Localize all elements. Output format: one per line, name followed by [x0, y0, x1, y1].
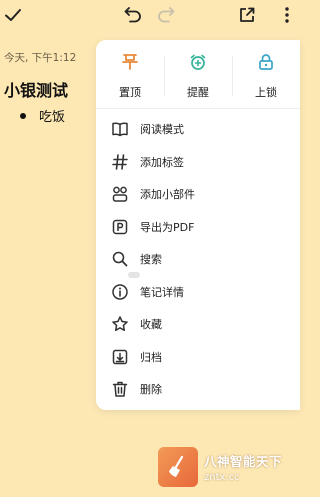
- pin-button[interactable]: 置顶: [96, 40, 164, 108]
- bullet-icon: [20, 112, 26, 119]
- top-toolbar: [0, 0, 300, 30]
- menu-item-reading-mode[interactable]: 阅读模式: [96, 113, 300, 146]
- broom-logo-icon: [158, 447, 198, 487]
- menu-item-add-widget[interactable]: 添加小部件: [96, 178, 300, 211]
- menu-item-label: 收藏: [140, 318, 162, 332]
- menu-item-label: 导出为PDF: [140, 220, 195, 234]
- quick-actions: 置顶 提醒 上锁: [96, 40, 300, 108]
- menu-item-label: 添加标签: [140, 155, 184, 169]
- menu-item-archive[interactable]: 归档: [96, 341, 300, 374]
- info-icon: [110, 282, 130, 302]
- note-timestamp: 今天, 下午1:12: [4, 52, 77, 64]
- menu-item-note-details[interactable]: 笔记详情: [96, 276, 300, 309]
- reminder-button[interactable]: 提醒: [164, 40, 232, 108]
- star-icon: [110, 314, 130, 334]
- menu-item-label: 归档: [140, 350, 162, 364]
- menu-item-add-tag[interactable]: 添加标签: [96, 146, 300, 179]
- menu-item-label: 搜索: [140, 253, 162, 267]
- menu-list: 阅读模式 添加标签 添加小部件 导出为PDF 搜索 笔记详情 收藏 归档 删除: [96, 113, 300, 406]
- watermark: 八神智能天下 zntx.cc: [158, 445, 294, 489]
- list-item-text: 吃饭: [39, 110, 66, 125]
- note-title[interactable]: 小银测试: [4, 77, 68, 101]
- more-icon[interactable]: [276, 4, 298, 26]
- watermark-title: 八神智能天下: [204, 454, 283, 469]
- drag-handle: [128, 272, 140, 278]
- hashtag-icon: [110, 152, 130, 172]
- trash-icon: [110, 379, 130, 399]
- menu-item-favorite[interactable]: 收藏: [96, 308, 300, 341]
- menu-item-export-pdf[interactable]: 导出为PDF: [96, 211, 300, 244]
- lock-button[interactable]: 上锁: [232, 40, 300, 108]
- menu-item-label: 笔记详情: [140, 285, 184, 299]
- list-item[interactable]: 吃饭: [20, 106, 65, 125]
- reminder-label: 提醒: [187, 86, 209, 99]
- search-icon: [110, 249, 130, 269]
- book-icon: [110, 119, 130, 139]
- menu-item-delete[interactable]: 删除: [96, 373, 300, 406]
- menu-item-label: 阅读模式: [140, 123, 184, 137]
- alarm-icon: [189, 53, 207, 75]
- pin-label: 置顶: [119, 86, 141, 99]
- watermark-url: zntx.cc: [204, 472, 240, 483]
- menu-item-search[interactable]: 搜索: [96, 243, 300, 276]
- menu-item-label: 删除: [140, 383, 162, 397]
- menu-item-label: 添加小部件: [140, 188, 195, 202]
- lock-label: 上锁: [255, 86, 277, 99]
- widget-icon: [110, 184, 130, 204]
- more-options-menu: 置顶 提醒 上锁 阅读模式 添加标签 添加小部件 导出为PDF 搜索 笔记详情 …: [96, 40, 300, 410]
- menu-divider: [96, 108, 300, 109]
- check-icon[interactable]: [2, 4, 24, 26]
- share-icon[interactable]: [236, 4, 258, 26]
- pin-icon: [121, 53, 139, 75]
- archive-icon: [110, 347, 130, 367]
- redo-icon[interactable]: [155, 4, 177, 26]
- undo-icon[interactable]: [122, 4, 144, 26]
- pdf-icon: [110, 217, 130, 237]
- lock-icon: [257, 53, 275, 75]
